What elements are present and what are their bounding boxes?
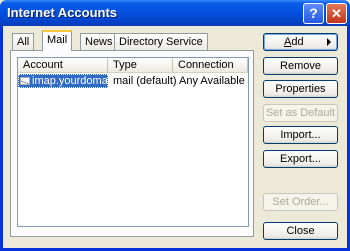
tab-mail[interactable]: Mail xyxy=(42,30,73,51)
add-button-label-rest: dd xyxy=(291,36,304,48)
add-button[interactable]: Add xyxy=(263,33,338,51)
properties-button[interactable]: Properties xyxy=(263,80,338,98)
set-order-button[interactable]: Set Order... xyxy=(263,193,338,211)
tab-all[interactable]: All xyxy=(12,33,35,50)
remove-button[interactable]: Remove xyxy=(263,57,338,75)
accounts-list[interactable]: Account Type Connection imap.yourdomain.… xyxy=(17,57,249,227)
tab-news[interactable]: News xyxy=(80,33,118,50)
close-button[interactable]: Close xyxy=(263,222,338,240)
list-header: Account Type Connection xyxy=(18,58,248,73)
type-cell: mail (default) xyxy=(113,75,177,87)
title-bar[interactable]: Internet Accounts ? ✕ xyxy=(0,0,350,26)
tab-directory-service[interactable]: Directory Service xyxy=(114,33,208,50)
close-window-button[interactable]: ✕ xyxy=(326,3,347,24)
tab-mail-label: Mail xyxy=(47,34,68,46)
account-cell[interactable]: imap.yourdomain.... xyxy=(18,74,129,88)
window-title: Internet Accounts xyxy=(7,5,118,20)
tab-news-label: News xyxy=(85,36,113,48)
export-button[interactable]: Export... xyxy=(263,150,338,168)
mail-tab-panel: Account Type Connection imap.yourdomain.… xyxy=(10,50,254,237)
import-button[interactable]: Import... xyxy=(263,126,338,144)
tab-directory-service-label: Directory Service xyxy=(119,36,203,48)
internet-accounts-window: Internet Accounts ? ✕ All Mail News Dire… xyxy=(0,0,350,251)
submenu-arrow-icon xyxy=(327,38,331,46)
mail-account-icon xyxy=(20,77,30,85)
column-header-connection[interactable]: Connection xyxy=(173,58,248,73)
set-as-default-button[interactable]: Set as Default xyxy=(263,104,338,122)
column-header-account[interactable]: Account xyxy=(18,58,108,73)
tab-all-label: All xyxy=(17,36,30,48)
help-button[interactable]: ? xyxy=(303,3,324,24)
list-item[interactable]: imap.yourdomain.... mail (default) Any A… xyxy=(18,74,248,88)
column-header-type[interactable]: Type xyxy=(108,58,173,73)
connection-cell: Any Available xyxy=(179,75,245,87)
dialog-client-area: All Mail News Directory Service Account … xyxy=(3,26,347,248)
